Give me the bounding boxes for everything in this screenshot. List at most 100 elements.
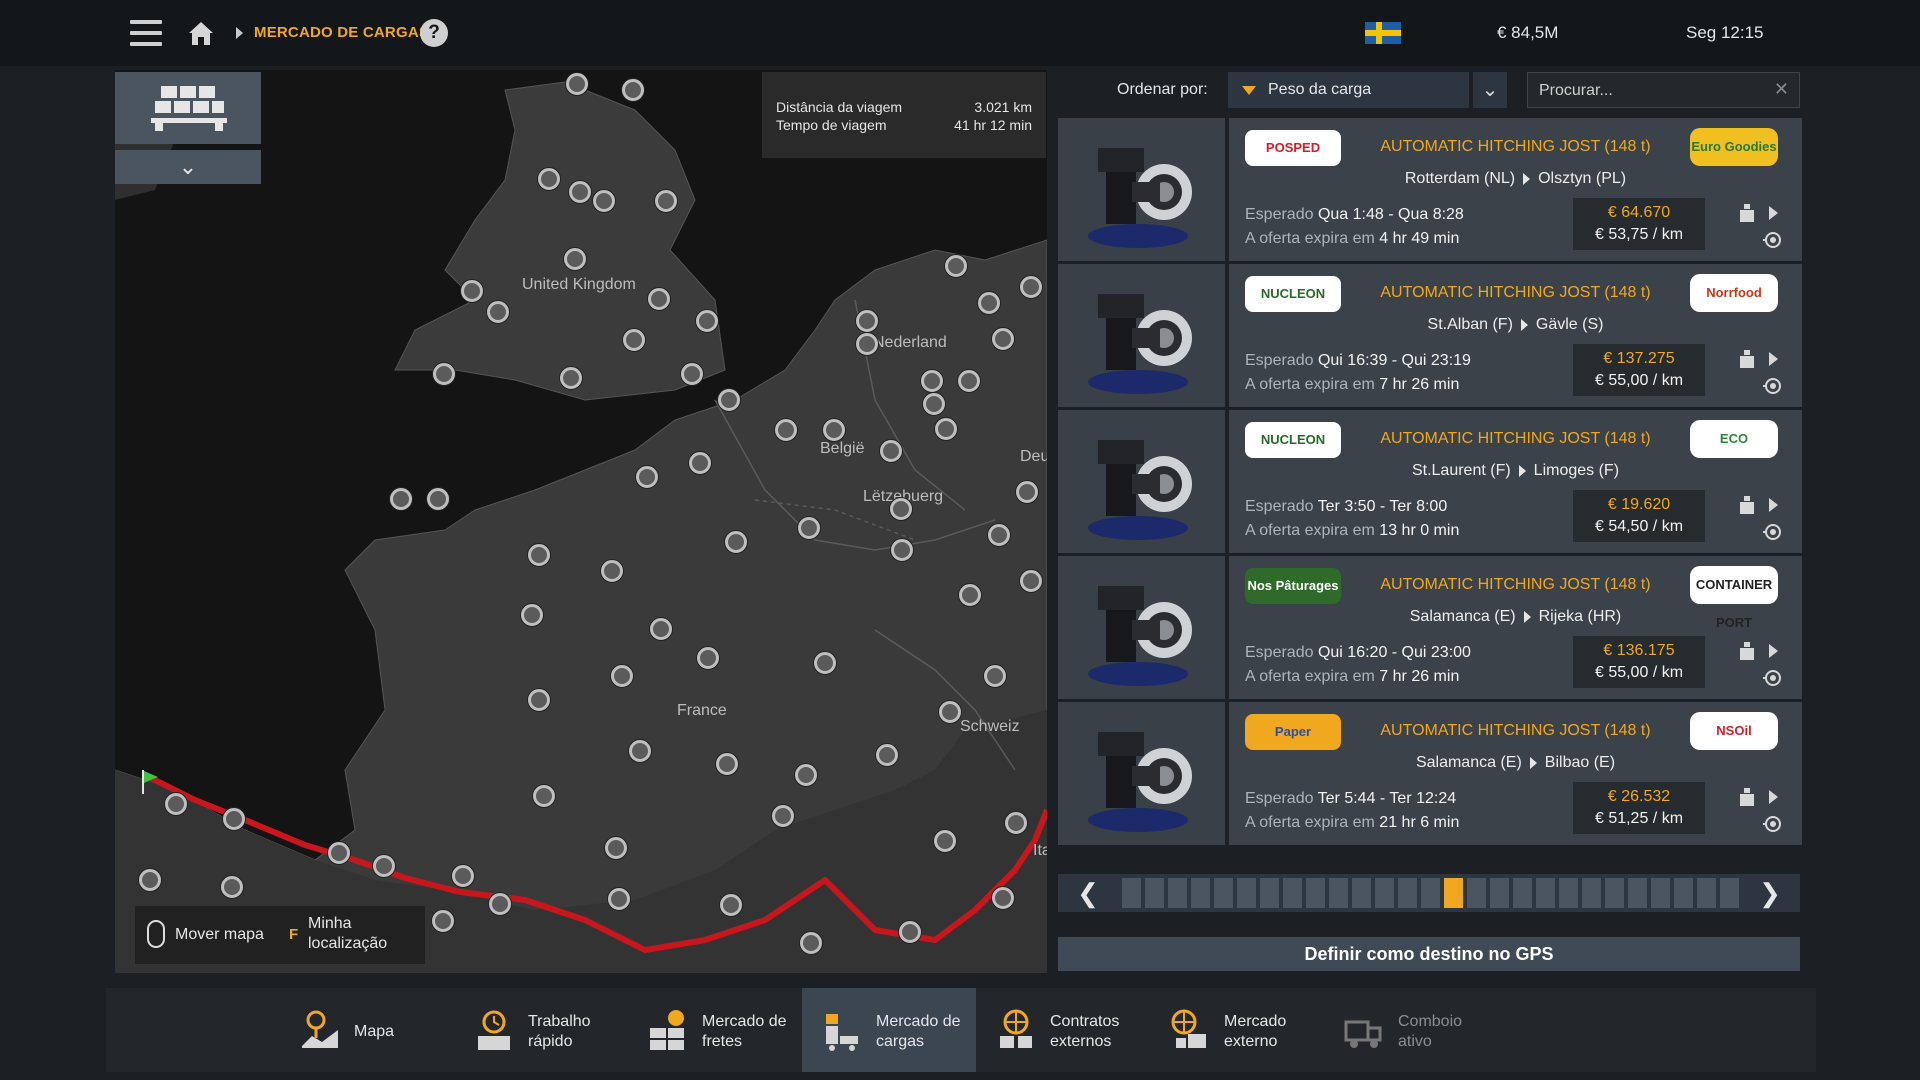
- trailer-view-button[interactable]: [115, 72, 261, 144]
- city-marker[interactable]: [165, 793, 187, 815]
- city-marker[interactable]: [725, 531, 747, 553]
- city-marker[interactable]: [427, 488, 449, 510]
- nav-quick-job[interactable]: Trabalho rápido: [454, 988, 628, 1072]
- city-marker[interactable]: [608, 888, 630, 910]
- page-dot[interactable]: [1467, 878, 1486, 908]
- city-marker[interactable]: [856, 333, 878, 355]
- weight-icon[interactable]: [1739, 204, 1755, 222]
- route-preview-icon[interactable]: [1763, 230, 1783, 250]
- page-dot[interactable]: [1191, 878, 1210, 908]
- play-icon[interactable]: [1769, 644, 1778, 658]
- page-dot[interactable]: [1375, 878, 1394, 908]
- city-marker[interactable]: [593, 190, 615, 212]
- city-marker[interactable]: [890, 498, 912, 520]
- menu-icon[interactable]: [130, 20, 162, 46]
- page-dot[interactable]: [1536, 878, 1555, 908]
- city-marker[interactable]: [696, 310, 718, 332]
- city-marker[interactable]: [566, 73, 588, 95]
- play-icon[interactable]: [1769, 790, 1778, 804]
- nav-cargo-market[interactable]: Mercado de cargas: [802, 988, 976, 1072]
- page-dot[interactable]: [1513, 878, 1532, 908]
- route-preview-icon[interactable]: [1763, 668, 1783, 688]
- nav-external-market[interactable]: Mercado externo: [1150, 988, 1324, 1072]
- city-marker[interactable]: [1016, 481, 1038, 503]
- route-preview-icon[interactable]: [1763, 522, 1783, 542]
- city-marker[interactable]: [601, 560, 623, 582]
- city-marker[interactable]: [958, 370, 980, 392]
- city-marker[interactable]: [461, 280, 483, 302]
- city-marker[interactable]: [528, 544, 550, 566]
- city-marker[interactable]: [623, 329, 645, 351]
- weight-icon[interactable]: [1739, 642, 1755, 660]
- city-marker[interactable]: [560, 367, 582, 389]
- city-marker[interactable]: [655, 190, 677, 212]
- city-marker[interactable]: [772, 805, 794, 827]
- city-marker[interactable]: [521, 604, 543, 626]
- breadcrumb[interactable]: MERCADO DE CARGAS: [254, 24, 429, 41]
- chevron-down-icon[interactable]: ⌄: [1473, 72, 1507, 108]
- city-marker[interactable]: [489, 893, 511, 915]
- play-icon[interactable]: [1769, 498, 1778, 512]
- city-marker[interactable]: [605, 837, 627, 859]
- page-dot[interactable]: [1329, 878, 1348, 908]
- city-marker[interactable]: [921, 370, 943, 392]
- city-marker[interactable]: [800, 932, 822, 954]
- page-dot[interactable]: [1559, 878, 1578, 908]
- city-marker[interactable]: [716, 753, 738, 775]
- city-marker[interactable]: [959, 584, 981, 606]
- page-dot[interactable]: [1697, 878, 1716, 908]
- weight-icon[interactable]: [1739, 350, 1755, 368]
- play-icon[interactable]: [1769, 206, 1778, 220]
- city-marker[interactable]: [984, 665, 1006, 687]
- city-marker[interactable]: [433, 363, 455, 385]
- route-preview-icon[interactable]: [1763, 376, 1783, 396]
- city-marker[interactable]: [221, 876, 243, 898]
- set-gps-destination-button[interactable]: Definir como destino no GPS: [1058, 937, 1800, 971]
- home-icon[interactable]: [186, 18, 216, 48]
- city-marker[interactable]: [880, 440, 902, 462]
- job-card[interactable]: Nos Pâturages AUTOMATIC HITCHING JOST (1…: [1058, 556, 1802, 699]
- close-icon[interactable]: ✕: [1774, 79, 1789, 100]
- city-marker[interactable]: [452, 865, 474, 887]
- nav-freight-market[interactable]: Mercado de fretes: [628, 988, 802, 1072]
- chevron-down-icon[interactable]: ⌄: [115, 150, 261, 184]
- city-marker[interactable]: [373, 855, 395, 877]
- page-dot[interactable]: [1490, 878, 1509, 908]
- page-dot[interactable]: [1306, 878, 1325, 908]
- city-marker[interactable]: [935, 418, 957, 440]
- city-marker[interactable]: [139, 869, 161, 891]
- city-marker[interactable]: [939, 701, 961, 723]
- city-marker[interactable]: [891, 539, 913, 561]
- page-dot[interactable]: [1582, 878, 1601, 908]
- weight-icon[interactable]: [1739, 788, 1755, 806]
- city-marker[interactable]: [538, 168, 560, 190]
- route-preview-icon[interactable]: [1763, 814, 1783, 834]
- city-marker[interactable]: [856, 310, 878, 332]
- play-icon[interactable]: [1769, 352, 1778, 366]
- city-marker[interactable]: [945, 255, 967, 277]
- city-marker[interactable]: [697, 647, 719, 669]
- page-dot[interactable]: [1237, 878, 1256, 908]
- my-location-label[interactable]: Minha localização: [308, 914, 387, 954]
- page-dot-current[interactable]: [1444, 878, 1463, 908]
- city-marker[interactable]: [390, 488, 412, 510]
- job-card[interactable]: NUCLEON AUTOMATIC HITCHING JOST (148 t) …: [1058, 410, 1802, 553]
- city-marker[interactable]: [988, 524, 1010, 546]
- job-card[interactable]: Paper AUTOMATIC HITCHING JOST (148 t) NS…: [1058, 702, 1802, 845]
- page-dot[interactable]: [1214, 878, 1233, 908]
- city-marker[interactable]: [798, 517, 820, 539]
- page-dot[interactable]: [1283, 878, 1302, 908]
- city-marker[interactable]: [328, 842, 350, 864]
- city-marker[interactable]: [528, 689, 550, 711]
- city-marker[interactable]: [823, 419, 845, 441]
- job-card[interactable]: NUCLEON AUTOMATIC HITCHING JOST (148 t) …: [1058, 264, 1802, 407]
- city-marker[interactable]: [992, 328, 1014, 350]
- city-marker[interactable]: [1005, 812, 1027, 834]
- city-marker[interactable]: [978, 292, 1000, 314]
- chevron-right-icon[interactable]: ❯: [1740, 874, 1800, 912]
- city-marker[interactable]: [899, 921, 921, 943]
- page-dot[interactable]: [1674, 878, 1693, 908]
- city-marker[interactable]: [1020, 570, 1042, 592]
- city-marker[interactable]: [569, 181, 591, 203]
- page-dot[interactable]: [1421, 878, 1440, 908]
